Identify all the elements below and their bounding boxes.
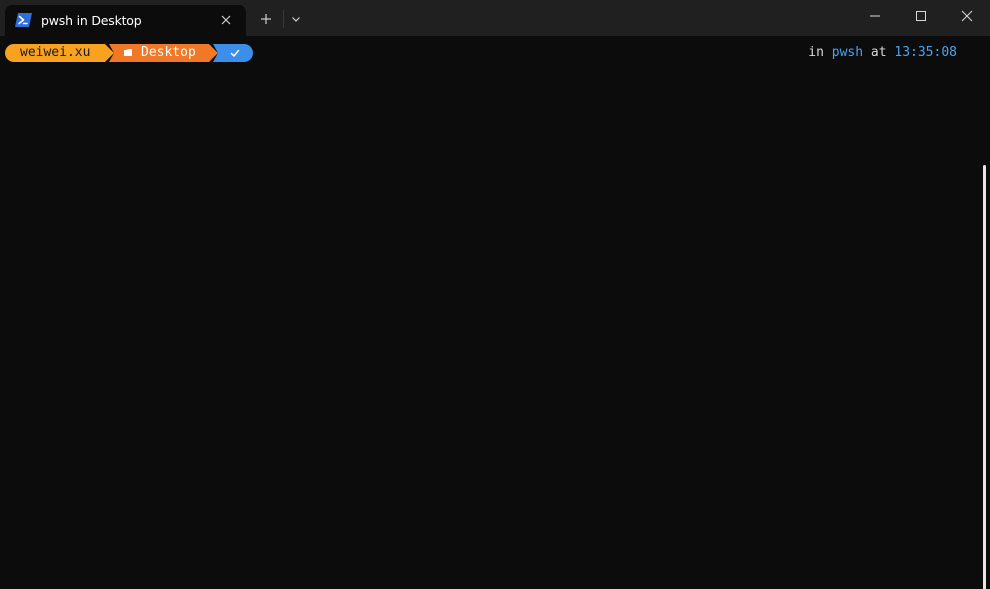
tab-divider [283, 10, 284, 28]
tab-title: pwsh in Desktop [41, 13, 142, 28]
folder-icon [124, 49, 132, 56]
powershell-icon [15, 13, 32, 27]
prompt-directory: Desktop [141, 45, 196, 60]
right-prompt: in pwsh at 13:35:08 [808, 44, 957, 62]
rprompt-in: in [808, 45, 824, 60]
rprompt-time: 13:35:08 [894, 45, 957, 60]
prompt-user: weiwei.xu [20, 45, 91, 60]
title-bar: pwsh in Desktop [0, 0, 990, 36]
close-icon[interactable] [944, 0, 990, 32]
rprompt-shell: pwsh [831, 45, 864, 60]
close-icon[interactable] [217, 11, 235, 29]
prompt-line: weiwei.xu Desktop [5, 44, 265, 62]
terminal-window: pwsh in Desktop weiwei.xu Desktop in pws… [0, 0, 990, 589]
maximize-icon[interactable] [898, 0, 944, 32]
check-icon [230, 49, 240, 57]
prompt-status-segment [213, 44, 253, 62]
prompt-user-segment: weiwei.xu [5, 44, 105, 62]
plus-icon[interactable] [252, 6, 280, 32]
terminal-content[interactable]: weiwei.xu Desktop in pwsh at 13:35:08 [0, 36, 990, 589]
rprompt-at: at [870, 45, 887, 60]
tab-pwsh-desktop[interactable]: pwsh in Desktop [5, 5, 246, 36]
minimize-icon[interactable] [852, 0, 898, 32]
scrollbar-thumb[interactable] [983, 165, 986, 589]
prompt-directory-segment: Desktop [109, 44, 209, 62]
chevron-down-icon[interactable] [286, 6, 306, 32]
